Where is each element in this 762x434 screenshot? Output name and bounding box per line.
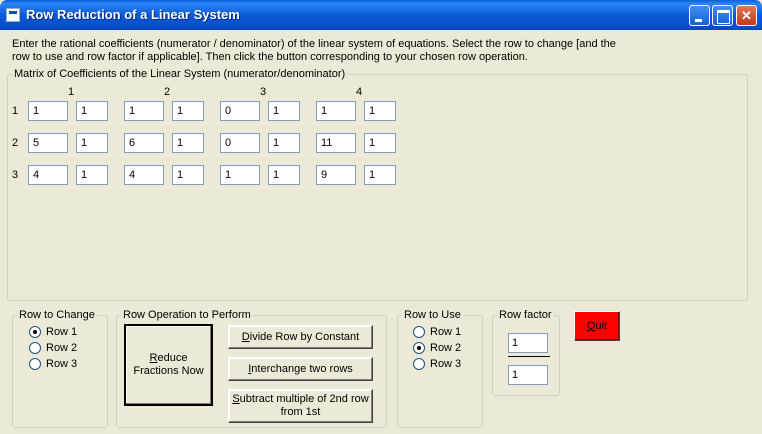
row-to-change-option-2[interactable]: Row 2 [29,342,77,356]
cell-r3-c2-numerator[interactable]: 4 [124,165,164,185]
row-to-use-option-2[interactable]: Row 2 [413,342,461,356]
cell-r3-c3-numerator[interactable]: 1 [220,165,260,185]
row-factor-denominator-input[interactable]: 1 [508,365,548,385]
cell-r1-c1-numerator[interactable]: 1 [28,101,68,121]
cell-r2-c1-denominator[interactable]: 1 [76,133,108,153]
row-to-change-option-1[interactable]: Row 1 [29,326,77,340]
reduce-fractions-button[interactable]: Reduce Fractions Now [124,324,213,406]
cell-r1-c4-denominator[interactable]: 1 [364,101,396,121]
maximize-button[interactable] [712,5,733,26]
row-to-change-option-3[interactable]: Row 3 [29,358,77,372]
radio-unselected-icon[interactable] [29,358,41,371]
radio-unselected-icon[interactable] [29,342,41,355]
radio-unselected-icon[interactable] [413,326,425,339]
column-header-4: 4 [356,86,363,98]
cell-r1-c3-denominator[interactable]: 1 [268,101,300,121]
cell-r2-c3-denominator[interactable]: 1 [268,133,300,153]
interchange-rows-button[interactable]: Interchange two rows [228,357,373,381]
close-button[interactable] [736,5,757,26]
instructions-text: Enter the rational coefficients (numerat… [12,38,616,63]
row-label-1: 1 [12,105,19,117]
cell-r1-c1-denominator[interactable]: 1 [76,101,108,121]
radio-selected-icon[interactable] [413,342,425,355]
cell-r2-c1-numerator[interactable]: 5 [28,133,68,153]
row-factor-numerator-input[interactable]: 1 [508,333,548,353]
row-label-2: 2 [12,137,19,149]
row-operation-label: Row Operation to Perform [123,309,251,321]
cell-r3-c2-denominator[interactable]: 1 [172,165,204,185]
divide-row-button[interactable]: Divide Row by Constant [228,325,373,349]
cell-r2-c3-numerator[interactable]: 0 [220,133,260,153]
matrix-frame-label: Matrix of Coefficients of the Linear Sys… [14,68,346,80]
row-to-use-option-1[interactable]: Row 1 [413,326,461,340]
cell-r2-c2-numerator[interactable]: 6 [124,133,164,153]
cell-r1-c2-denominator[interactable]: 1 [172,101,204,121]
title-bar[interactable]: Row Reduction of a Linear System [0,0,762,30]
column-header-2: 2 [164,86,171,98]
row-factor-label: Row factor [499,309,552,321]
radio-unselected-icon[interactable] [413,358,425,371]
window-title: Row Reduction of a Linear System [26,7,240,22]
subtract-multiple-button[interactable]: Subtract multiple of 2nd row from 1st [228,389,373,423]
cell-r3-c4-denominator[interactable]: 1 [364,165,396,185]
minimize-button[interactable] [689,5,710,26]
row-to-use-label: Row to Use [404,309,461,321]
cell-r1-c3-numerator[interactable]: 0 [220,101,260,121]
row-to-change-label: Row to Change [19,309,95,321]
cell-r1-c2-numerator[interactable]: 1 [124,101,164,121]
column-header-1: 1 [68,86,75,98]
app-window: Row Reduction of a Linear System Enter t… [0,0,762,434]
radio-selected-icon[interactable] [29,326,41,339]
cell-r3-c4-numerator[interactable]: 9 [316,165,356,185]
cell-r3-c1-numerator[interactable]: 4 [28,165,68,185]
cell-r3-c3-denominator[interactable]: 1 [268,165,300,185]
cell-r3-c1-denominator[interactable]: 1 [76,165,108,185]
app-icon[interactable] [6,8,20,22]
row-label-3: 3 [12,169,19,181]
cell-r1-c4-numerator[interactable]: 1 [316,101,356,121]
quit-button[interactable]: Quit [574,311,620,341]
row-to-use-option-3[interactable]: Row 3 [413,358,461,372]
cell-r2-c4-denominator[interactable]: 1 [364,133,396,153]
cell-r2-c2-denominator[interactable]: 1 [172,133,204,153]
column-header-3: 3 [260,86,267,98]
cell-r2-c4-numerator[interactable]: 11 [316,133,356,153]
fraction-bar [508,356,550,357]
